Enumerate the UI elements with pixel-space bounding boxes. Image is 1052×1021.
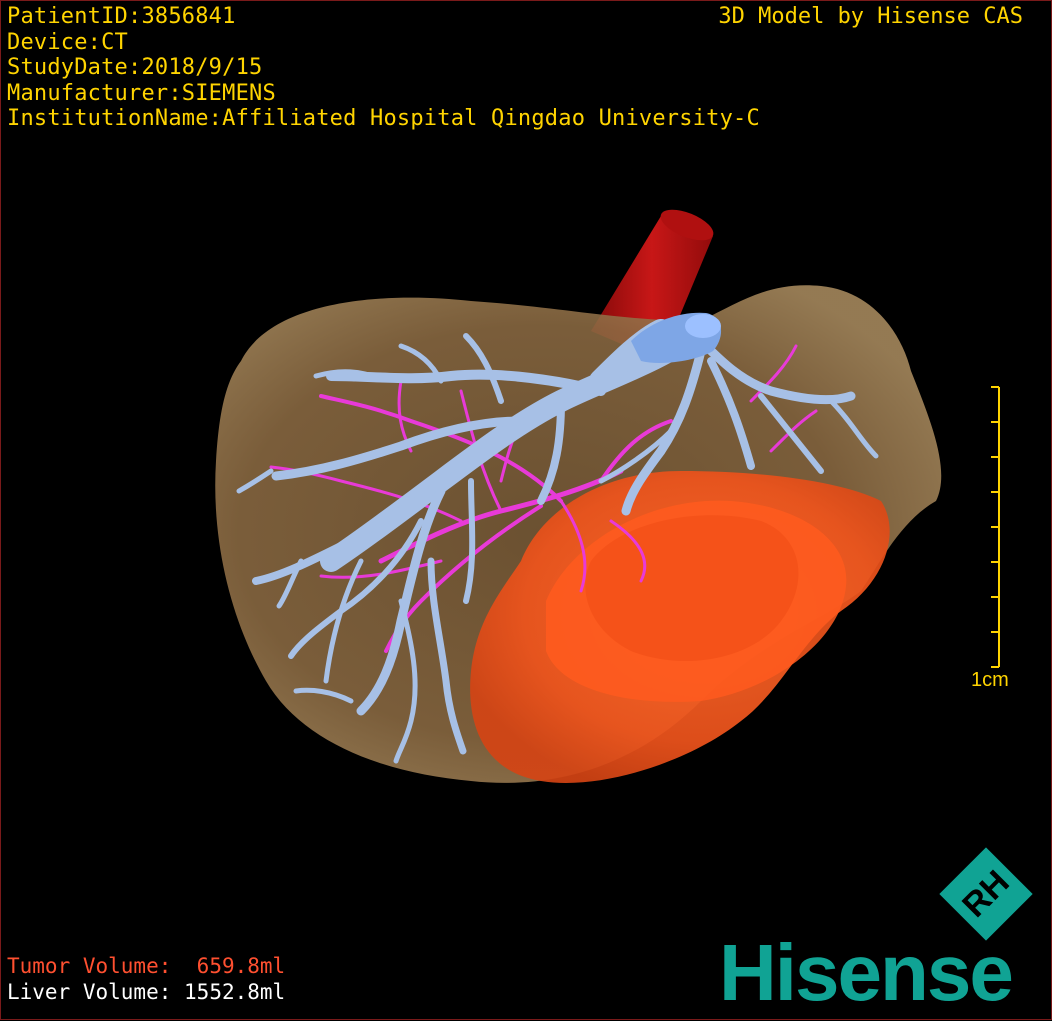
institution-text: InstitutionName:Affiliated Hospital Qing… <box>7 106 760 131</box>
manufacturer-text: Manufacturer:SIEMENS <box>7 80 276 106</box>
patient-info-overlay: PatientID:3856841 Device:CT StudyDate:20… <box>7 4 760 132</box>
scale-bar <box>991 386 1000 668</box>
model-credit-text: 3D Model by Hisense CAS <box>718 4 1023 29</box>
brand-name: Hisense <box>719 928 1014 1017</box>
tumor-volume-row: Tumor Volume: 659.8ml <box>7 953 285 979</box>
scale-label: 1cm <box>971 669 1009 691</box>
3d-viewer[interactable]: PatientID:3856841 Device:CT StudyDate:20… <box>0 0 1052 1020</box>
tumor-volume-label: Tumor Volume: <box>7 954 172 978</box>
device-text: Device:CT <box>7 29 129 55</box>
liver-volume-label: Liver Volume: <box>7 980 172 1004</box>
study-date-text: StudyDate:2018/9/15 <box>7 55 263 80</box>
volume-readout: Tumor Volume: 659.8ml Liver Volume: 1552… <box>7 953 285 1005</box>
tumor-volume-value: 659.8ml <box>196 954 286 978</box>
liver-volume-row: Liver Volume: 1552.8ml <box>7 979 285 1005</box>
patient-id-text: PatientID:3856841 <box>7 4 236 29</box>
liver-volume-value: 1552.8ml <box>184 980 286 1004</box>
liver-3d-model[interactable] <box>1 1 1052 1021</box>
